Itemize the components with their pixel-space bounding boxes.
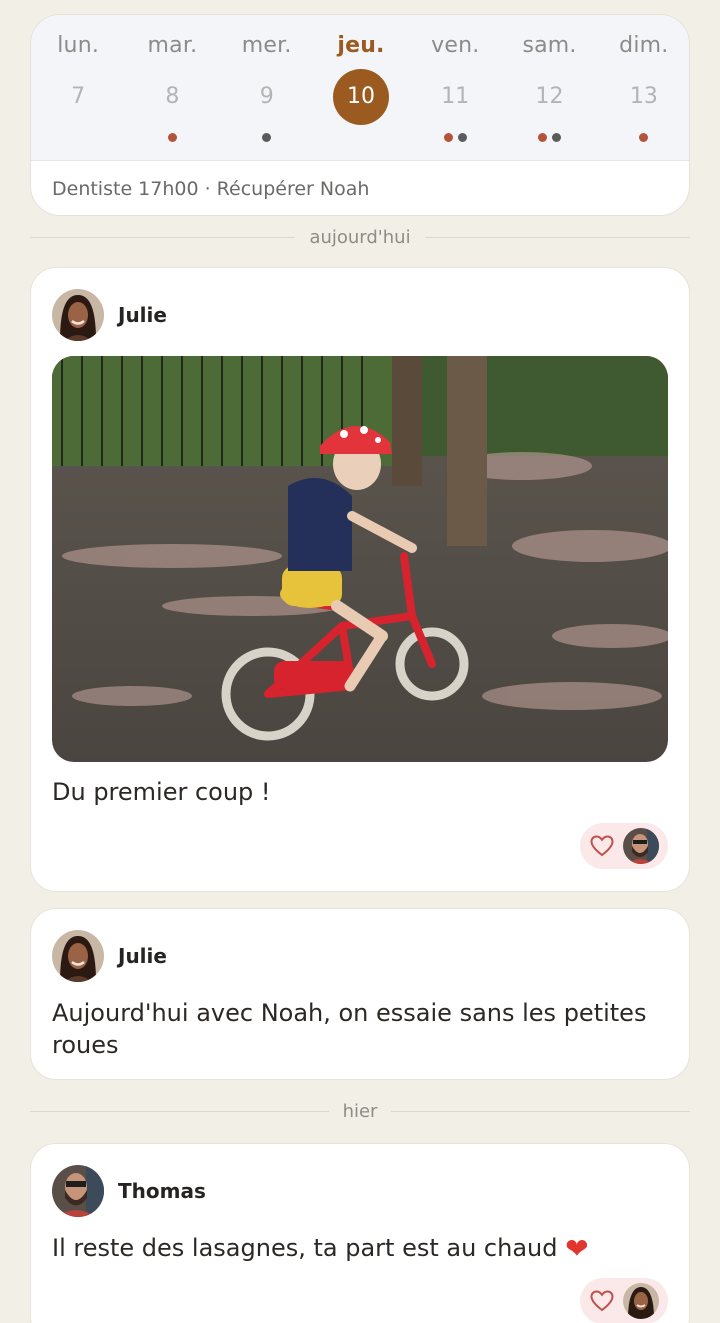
author-name[interactable]: Julie xyxy=(118,944,167,968)
day-name: dim. xyxy=(619,33,669,58)
event-dot-red xyxy=(167,133,177,142)
week-strip: lun. 7 mar. 8 mer. 9 jeu. 10 ven. 11 sam… xyxy=(31,15,689,160)
day-name: mar. xyxy=(147,33,198,58)
event-dot-red xyxy=(443,133,453,142)
post-author: Julie xyxy=(52,289,167,341)
divider xyxy=(30,1110,329,1112)
agenda-summary[interactable]: Dentiste 17h00 · Récupérer Noah xyxy=(31,160,689,215)
date-separator-yesterday: hier xyxy=(30,1099,691,1123)
post-card: Julie Du premier coup ! xyxy=(30,267,690,892)
day-name: ven. xyxy=(431,33,480,58)
event-dots xyxy=(220,133,314,142)
day-number: 12 xyxy=(535,84,564,109)
event-dot-red xyxy=(639,133,649,142)
author-name[interactable]: Thomas xyxy=(118,1179,206,1203)
event-dot-grey xyxy=(552,133,562,142)
day-name: mer. xyxy=(241,33,292,58)
week-calendar: lun. 7 mar. 8 mer. 9 jeu. 10 ven. 11 sam… xyxy=(30,14,690,216)
day-number: 7 xyxy=(71,84,86,109)
event-dots xyxy=(408,133,502,142)
divider xyxy=(30,236,296,238)
separator-label: aujourd'hui xyxy=(309,226,411,248)
event-dot-grey xyxy=(262,133,272,142)
avatar-julie[interactable] xyxy=(623,1283,659,1319)
day-wed[interactable]: mer. 9 xyxy=(220,15,314,160)
divider xyxy=(424,236,691,238)
heart-outline-icon[interactable] xyxy=(589,1288,615,1314)
day-name: sam. xyxy=(522,33,577,58)
divider xyxy=(391,1110,691,1112)
post-text: Aujourd'hui avec Noah, on essaie sans le… xyxy=(52,999,647,1059)
date-separator-today: aujourd'hui xyxy=(30,225,691,249)
event-dots xyxy=(502,133,596,142)
event-dots xyxy=(597,133,689,142)
day-mon[interactable]: lun. 7 xyxy=(31,15,125,160)
event-dot-red xyxy=(538,133,548,142)
day-number: 11 xyxy=(441,84,470,109)
day-number-today: 10 xyxy=(332,69,389,125)
author-name[interactable]: Julie xyxy=(118,303,167,327)
day-sun[interactable]: dim. 13 xyxy=(597,15,689,160)
event-dots xyxy=(125,133,219,142)
day-thu-today[interactable]: jeu. 10 xyxy=(314,15,408,160)
day-number: 8 xyxy=(165,84,180,109)
post-card: Julie Aujourd'hui avec Noah, on essaie s… xyxy=(30,908,690,1080)
avatar-thomas[interactable] xyxy=(623,828,659,864)
child-on-red-bike-photo xyxy=(52,356,668,762)
reactions-pill[interactable] xyxy=(580,1278,668,1323)
post-text: Il reste des lasagnes, ta part est au ch… xyxy=(52,1232,665,1265)
heart-outline-icon[interactable] xyxy=(589,833,615,859)
avatar-julie[interactable] xyxy=(52,930,104,982)
post-photo[interactable] xyxy=(52,356,668,762)
separator-label: hier xyxy=(342,1100,378,1122)
day-fri[interactable]: ven. 11 xyxy=(408,15,502,160)
post-author: Julie xyxy=(52,930,167,982)
post-text-body: Il reste des lasagnes, ta part est au ch… xyxy=(52,1234,558,1262)
day-name-today: jeu. xyxy=(337,33,385,58)
post-card: Thomas Il reste des lasagnes, ta part es… xyxy=(30,1143,690,1323)
red-heart-emoji: ❤ xyxy=(565,1232,589,1265)
day-name: lun. xyxy=(57,33,100,58)
avatar-julie[interactable] xyxy=(52,289,104,341)
day-number: 13 xyxy=(629,84,658,109)
post-author: Thomas xyxy=(52,1165,206,1217)
event-dot-grey xyxy=(457,133,467,142)
day-sat[interactable]: sam. 12 xyxy=(502,15,596,160)
reactions-pill[interactable] xyxy=(580,823,668,869)
avatar-thomas[interactable] xyxy=(52,1165,104,1217)
post-text: Du premier coup ! xyxy=(52,778,271,806)
day-number: 9 xyxy=(259,84,274,109)
day-tue[interactable]: mar. 8 xyxy=(125,15,219,160)
